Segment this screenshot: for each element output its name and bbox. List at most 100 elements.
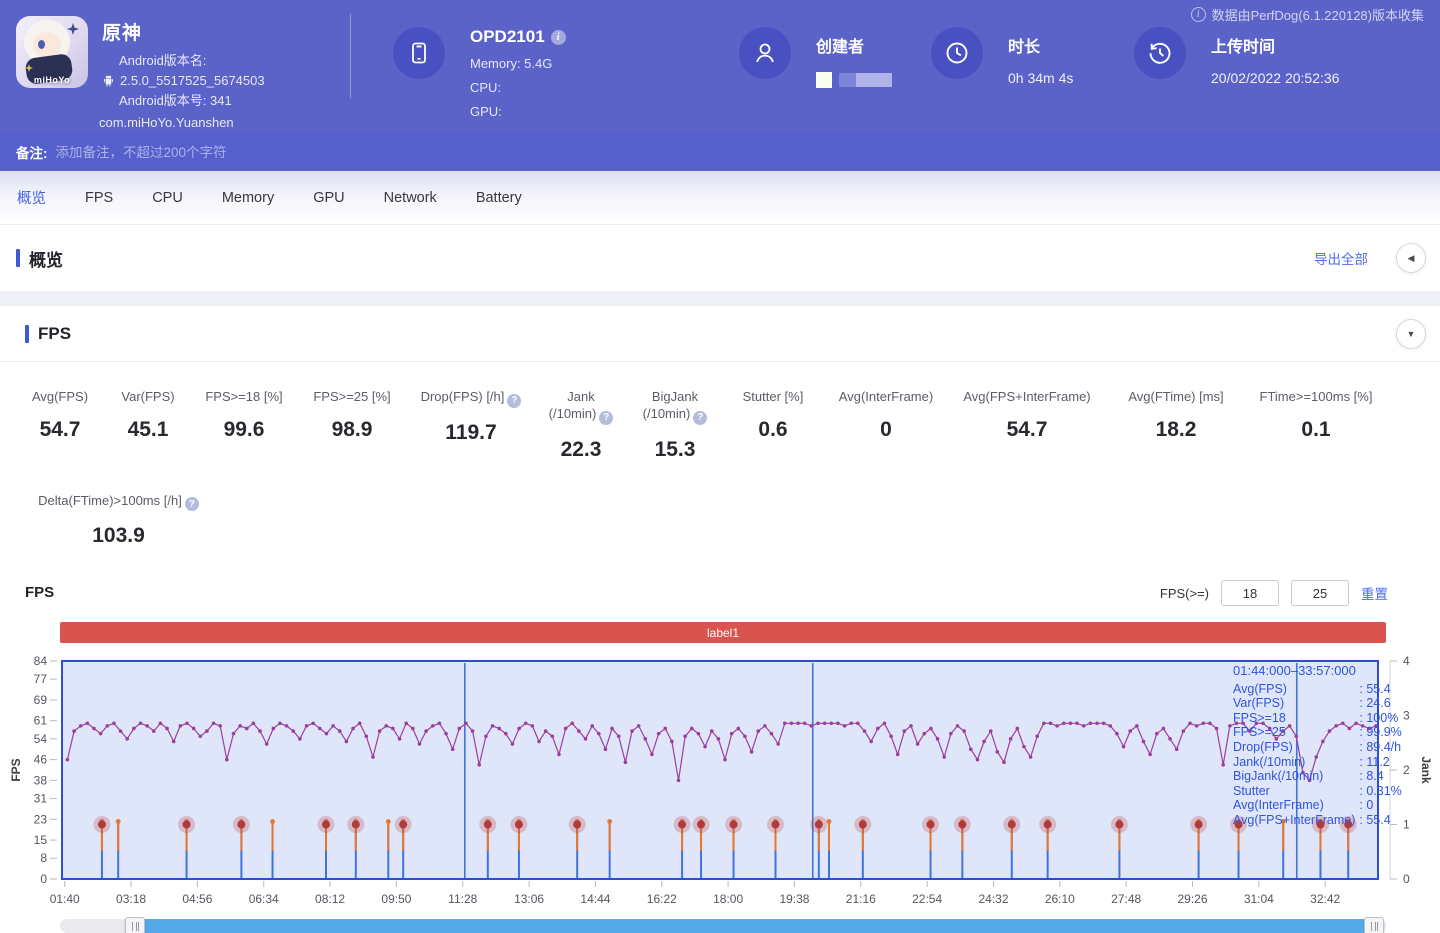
collapse-left-button[interactable]: ◀ <box>1396 243 1426 273</box>
svg-text:46: 46 <box>34 753 48 767</box>
metric-avg-interframe-: Avg(InterFrame) 0 <box>824 388 948 462</box>
svg-text:19:38: 19:38 <box>779 892 809 906</box>
overview-title: 概览 <box>0 246 63 271</box>
creator-block: 创建者 <box>739 27 892 88</box>
metric-value: 22.3 <box>560 437 602 461</box>
fps-section: FPS ▼ Avg(FPS) 54.7 Var(FPS) 45.1 FPS>=18 [%… <box>0 306 1440 933</box>
svg-text:31:04: 31:04 <box>1244 892 1274 906</box>
help-icon[interactable]: ? <box>693 410 708 425</box>
upload-block: 上传时间 20/02/2022 20:52:36 <box>1134 27 1339 86</box>
history-icon <box>1134 27 1186 79</box>
export-all-link[interactable]: 导出全部 <box>1314 248 1368 268</box>
svg-text:61: 61 <box>34 714 48 728</box>
metric-avg-fps-: Avg(FPS) 54.7 <box>16 388 104 462</box>
device-memory: Memory: 5.4G <box>470 56 553 71</box>
fps-chart-canvas[interactable]: 84776961544638312315804321001:40 03:18 04:… <box>0 651 1440 913</box>
svg-text:FPS: FPS <box>9 758 23 781</box>
app-package: com.miHoYo.Yuanshen <box>99 115 234 130</box>
help-icon[interactable]: ? <box>599 410 614 425</box>
tab-memory[interactable]: Memory <box>222 190 274 206</box>
svg-text:77: 77 <box>34 672 48 686</box>
tab-概览[interactable]: 概览 <box>17 187 46 208</box>
metric-ftime>=100ms-: FTime>=100ms [%] 0.1 <box>1246 388 1386 462</box>
tab-bar: 概览 FPS CPU Memory GPU Network Battery <box>0 171 1440 225</box>
tab-network[interactable]: Network <box>384 190 437 206</box>
overview-section-header: 概览 导出全部 ◀ <box>0 225 1440 291</box>
metric-drop-fps-h-: Drop(FPS) [/h]? 119.7 <box>408 388 534 462</box>
tab-battery[interactable]: Battery <box>476 190 522 206</box>
svg-text:32:42: 32:42 <box>1310 892 1340 906</box>
metric-value: 15.3 <box>654 437 696 461</box>
fps-chart-title: FPS <box>25 584 55 601</box>
fps-threshold-input-2[interactable] <box>1291 580 1349 606</box>
collector-note-text: 数据由PerfDog(6.1.220128)版本收集 <box>1211 8 1424 23</box>
session-header: i 数据由PerfDog(6.1.220128)版本收集 miHoYo 原神 A… <box>0 0 1440 133</box>
creator-name-redacted <box>816 72 892 88</box>
note-input[interactable] <box>55 144 576 160</box>
fps-threshold-input-1[interactable] <box>1221 580 1279 606</box>
app-icon: miHoYo <box>16 16 88 88</box>
svg-text:15: 15 <box>34 833 48 847</box>
fps-metrics-row2: Delta(FTime)>100ms [/h]? 103.9 <box>0 462 1440 549</box>
svg-text:01:40: 01:40 <box>50 892 80 906</box>
clock-icon <box>931 27 983 79</box>
svg-text:2: 2 <box>1403 763 1410 777</box>
device-info-icon[interactable]: i <box>550 29 566 45</box>
metric-value: 54.7 <box>39 418 81 441</box>
app-version-code: Android版本号: 341 <box>119 93 232 108</box>
metric-stutter-: Stutter [%] 0.6 <box>722 388 824 462</box>
tab-fps[interactable]: FPS <box>85 190 113 206</box>
title-accent-bar <box>16 249 20 267</box>
metric-fps>=18-: FPS>=18 [%] 99.6 <box>192 388 296 462</box>
tab-gpu[interactable]: GPU <box>313 190 344 206</box>
metric-value: 0 <box>880 418 892 441</box>
metric-value: 0.1 <box>1301 418 1331 441</box>
metric-value: 0.6 <box>758 418 788 441</box>
svg-text:21:16: 21:16 <box>846 892 876 906</box>
help-icon[interactable]: ? <box>184 497 199 511</box>
metric-avg-ftime-ms-: Avg(FTime) [ms] 18.2 <box>1106 388 1246 462</box>
fps-chart-header: FPS FPS(>=) 重置 <box>0 580 1440 610</box>
svg-text:11:28: 11:28 <box>448 892 477 906</box>
svg-text:26:10: 26:10 <box>1045 892 1075 906</box>
svg-text:84: 84 <box>34 654 48 668</box>
svg-text:54: 54 <box>34 732 48 746</box>
duration-label: 时长 <box>1008 39 1041 56</box>
metric-value: 98.9 <box>331 418 373 441</box>
help-icon[interactable]: ? <box>507 393 522 408</box>
svg-text:69: 69 <box>34 693 48 707</box>
svg-text:27:48: 27:48 <box>1111 892 1141 906</box>
android-icon <box>104 75 113 87</box>
reset-link[interactable]: 重置 <box>1361 583 1388 603</box>
device-icon <box>393 27 445 79</box>
note-label: 备注: <box>16 146 48 161</box>
scrollbar-handle-left[interactable] <box>125 917 145 933</box>
svg-text:8: 8 <box>40 851 47 865</box>
svg-text:09:50: 09:50 <box>381 892 411 906</box>
app-version-name-label: Android版本名: <box>119 53 207 68</box>
collapse-down-button[interactable]: ▼ <box>1396 319 1426 349</box>
fps-section-header: FPS ▼ <box>0 306 1440 362</box>
chart-label-bar[interactable]: label1 <box>60 622 1386 643</box>
metric-fps>=25-: FPS>=25 [%] 98.9 <box>296 388 408 462</box>
device-name: OPD2101 <box>470 27 545 46</box>
fps-title: FPS <box>0 324 71 344</box>
svg-text:29:26: 29:26 <box>1177 892 1207 906</box>
svg-text:04:56: 04:56 <box>182 892 212 906</box>
fps-filter-label: FPS(>=) <box>1159 585 1209 601</box>
section-divider-band <box>0 291 1440 306</box>
fps-chart[interactable]: 84 77 69 61 54 46 38 31 23 15 8 0 4 3 2 1 0 01:40 03:18 04:… <box>0 651 1440 913</box>
svg-text:22:54: 22:54 <box>912 892 942 906</box>
tab-cpu[interactable]: CPU <box>152 190 183 206</box>
duration-block: 时长 0h 34m 4s <box>931 27 1073 86</box>
upload-value: 20/02/2022 20:52:36 <box>1211 70 1340 86</box>
metric-bigjank: BigJank (/10min)? 15.3 <box>628 388 722 462</box>
scrollbar-handle-right[interactable] <box>1364 917 1384 933</box>
info-icon[interactable]: i <box>1190 7 1206 22</box>
metric-value: 45.1 <box>127 418 169 441</box>
chart-tooltip: 01:44:000–33:57:000 Avg(FPS): 55.4 Var(FPS… <box>1233 663 1402 827</box>
scrollbar-range[interactable] <box>145 919 1369 933</box>
app-block: miHoYo 原神 Android版本名: 2.5.0_5517525_5674… <box>16 16 265 130</box>
device-gpu: GPU: <box>470 104 502 119</box>
svg-text:1: 1 <box>1403 818 1410 832</box>
